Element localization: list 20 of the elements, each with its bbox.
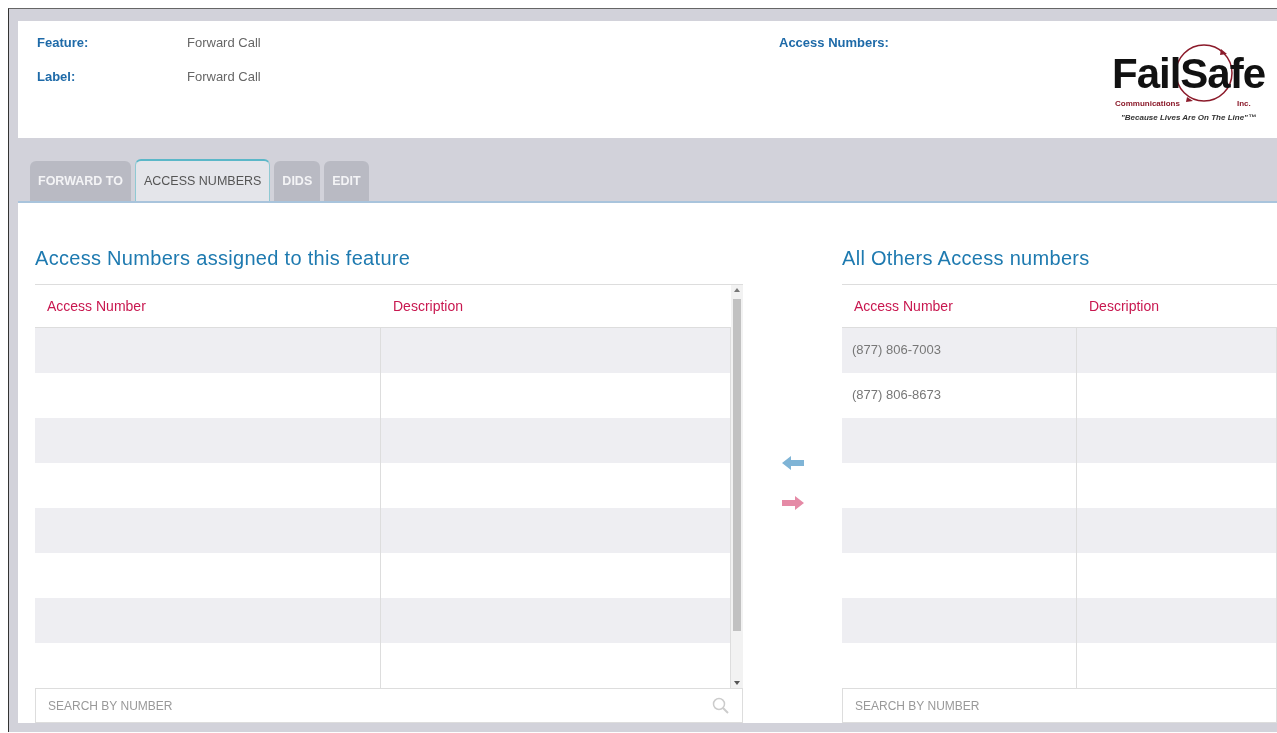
table-cell: (877) 806-7003 — [852, 342, 941, 357]
search-icon[interactable] — [712, 697, 729, 714]
field-label: Feature: — [37, 35, 90, 50]
column-header[interactable]: Access Number — [854, 298, 953, 314]
field-label: Label: — [37, 69, 77, 84]
panel-title: All Others Access numbers — [842, 247, 1090, 269]
tab[interactable]: ACCESS NUMBERS — [134, 159, 271, 201]
search-field[interactable]: SEARCH BY NUMBER — [842, 688, 1277, 723]
arrow-right-icon[interactable] — [781, 495, 804, 511]
table-cell: (877) 806-8673 — [852, 387, 941, 402]
column-header[interactable]: Access Number — [47, 298, 146, 314]
field-label: Access Numbers: — [779, 35, 889, 50]
field-value: Forward Call — [187, 69, 261, 84]
column-header[interactable]: Description — [393, 298, 464, 314]
field-value: Forward Call — [187, 35, 261, 50]
search-field[interactable]: SEARCH BY NUMBER — [35, 688, 743, 723]
column-header[interactable]: Description — [1089, 298, 1160, 314]
scrollbar-icon[interactable] — [731, 285, 743, 688]
panel-title: Access Numbers assigned to this feature — [35, 247, 411, 269]
arrow-left-icon[interactable] — [781, 455, 804, 471]
